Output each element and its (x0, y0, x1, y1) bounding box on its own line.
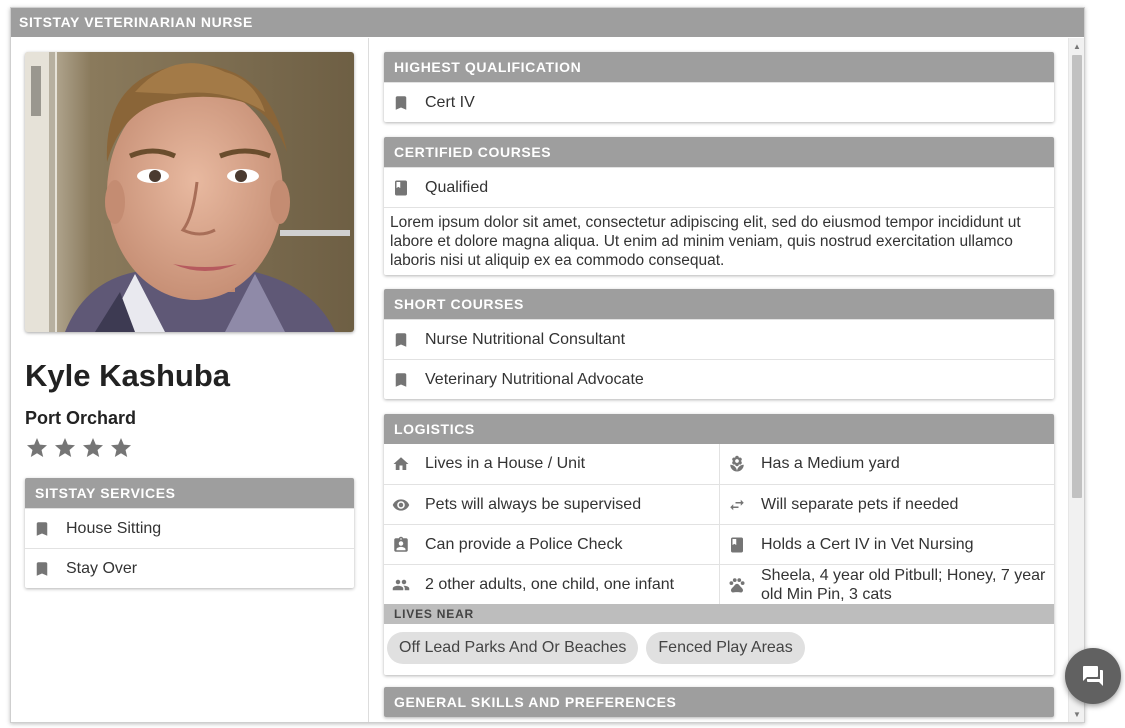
course-description: Lorem ipsum dolor sit amet, consectetur … (384, 207, 1054, 275)
short-course-label: Nurse Nutritional Consultant (425, 330, 626, 348)
service-item: Stay Over (25, 548, 354, 588)
home-icon (392, 455, 410, 473)
logistics-label: Sheela, 4 year old Pitbull; Honey, 7 yea… (761, 566, 1046, 603)
profile-photo (25, 52, 354, 332)
logistics-item: Lives in a House / Unit (384, 444, 719, 484)
logistics-label: 2 other adults, one child, one infant (425, 575, 675, 593)
bookmark-icon (33, 520, 51, 538)
lives-near-header: LIVES NEAR (384, 604, 1054, 624)
service-label: House Sitting (66, 519, 162, 537)
short-course-item: Nurse Nutritional Consultant (384, 319, 1054, 359)
star-icon (27, 438, 47, 457)
scrollbar-thumb[interactable] (1072, 55, 1082, 498)
logistics-item: Will separate pets if needed (719, 484, 1054, 524)
book-icon (392, 179, 410, 197)
chat-icon (1083, 666, 1103, 686)
short-course-item: Veterinary Nutritional Advocate (384, 359, 1054, 399)
logistics-label: Can provide a Police Check (425, 535, 623, 553)
bookmark-icon (392, 331, 410, 349)
highest-qualification-header: HIGHEST QUALIFICATION (384, 52, 1054, 82)
flower-icon (728, 455, 746, 473)
logistics-header: LOGISTICS (384, 414, 1054, 444)
swap-arrows-icon (728, 496, 746, 514)
bookmark-icon (392, 371, 410, 389)
profile-window: SITSTAY VETERINARIAN NURSE Kyle Kashuba … (10, 7, 1085, 723)
star-icon (111, 438, 131, 457)
general-skills-card: GENERAL SKILLS AND PREFERENCES (384, 687, 1054, 717)
certified-courses-card: CERTIFIED COURSES Qualified Lorem ipsum … (384, 137, 1054, 275)
bookmark-icon (33, 560, 51, 578)
id-badge-icon (392, 536, 410, 554)
logistics-label: Holds a Cert IV in Vet Nursing (761, 535, 974, 553)
left-column: Kyle Kashuba Port Orchard SITSTAY SERVIC… (11, 38, 369, 722)
logistics-grid: Lives in a House / Unit Has a Medium yar… (384, 444, 1054, 604)
scroll-up-arrow[interactable]: ▲ (1069, 38, 1084, 54)
people-icon (392, 576, 410, 594)
logistics-label: Pets will always be supervised (425, 495, 642, 513)
short-courses-header: SHORT COURSES (384, 289, 1054, 319)
logistics-item: Holds a Cert IV in Vet Nursing (719, 524, 1054, 564)
lives-near-chip: Fenced Play Areas (646, 632, 805, 664)
logistics-item: Sheela, 4 year old Pitbull; Honey, 7 yea… (719, 564, 1054, 604)
right-column: HIGHEST QUALIFICATION Cert IV CERTIFIED … (384, 38, 1054, 722)
scrollbar[interactable]: ▲ ▼ (1068, 38, 1084, 722)
scroll-down-arrow[interactable]: ▼ (1069, 706, 1084, 722)
services-header: SITSTAY SERVICES (25, 478, 354, 508)
service-item: House Sitting (25, 508, 354, 548)
short-course-label: Veterinary Nutritional Advocate (425, 370, 644, 388)
logistics-card: LOGISTICS Lives in a House / Unit Has a … (384, 414, 1054, 675)
short-courses-card: SHORT COURSES Nurse Nutritional Consulta… (384, 289, 1054, 399)
lives-near-chip: Off Lead Parks And Or Beaches (387, 632, 639, 664)
star-icon (55, 438, 75, 457)
logistics-item: Has a Medium yard (719, 444, 1054, 484)
window-title: SITSTAY VETERINARIAN NURSE (11, 8, 1084, 37)
logistics-label: Has a Medium yard (761, 455, 900, 472)
star-icon (83, 438, 103, 457)
general-skills-header: GENERAL SKILLS AND PREFERENCES (384, 687, 1054, 717)
profile-name: Kyle Kashuba (25, 358, 231, 393)
qualification-item: Cert IV (384, 82, 1054, 122)
logistics-label: Will separate pets if needed (761, 495, 959, 513)
logistics-item: 2 other adults, one child, one infant (384, 564, 719, 604)
rating-stars (25, 436, 133, 460)
bookmark-icon (392, 94, 410, 112)
service-label: Stay Over (66, 559, 138, 577)
lives-near-chips: Off Lead Parks And Or Beaches Fenced Pla… (384, 624, 1054, 675)
services-card: SITSTAY SERVICES House Sitting Stay Over (25, 478, 354, 588)
course-item: Qualified (384, 167, 1054, 207)
logistics-item: Can provide a Police Check (384, 524, 719, 564)
qualification-label: Cert IV (425, 93, 475, 111)
course-label: Qualified (425, 178, 489, 196)
eye-icon (392, 496, 410, 514)
paw-icon (728, 576, 746, 594)
certified-courses-header: CERTIFIED COURSES (384, 137, 1054, 167)
highest-qualification-card: HIGHEST QUALIFICATION Cert IV (384, 52, 1054, 122)
logistics-item: Pets will always be supervised (384, 484, 719, 524)
chat-button[interactable] (1065, 648, 1121, 704)
logistics-label: Lives in a House / Unit (425, 455, 586, 472)
profile-location: Port Orchard (25, 408, 137, 428)
book-icon (728, 536, 746, 554)
